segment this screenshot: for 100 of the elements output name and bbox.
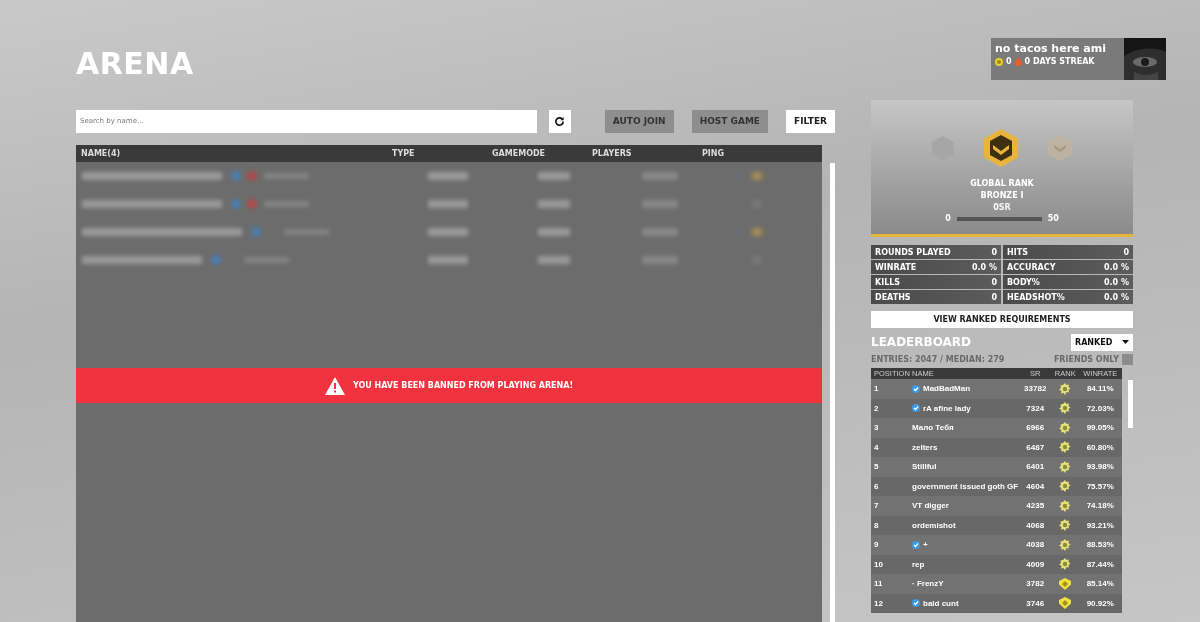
player-name-cell: · FrenzY bbox=[912, 579, 944, 589]
winrate-cell-text: 93.21% bbox=[1085, 520, 1115, 530]
friends-only-label: FRIENDS ONLY bbox=[1053, 354, 1119, 364]
sr-value: 0 bbox=[993, 202, 999, 214]
winrate-cell-text: 85.14% bbox=[1085, 579, 1115, 589]
streak-text: 0 DAYS STREAK bbox=[1024, 57, 1095, 66]
player-name-cell: rep bbox=[912, 559, 925, 569]
position-cell-text: 3 bbox=[874, 423, 880, 433]
faded-rank-icon bbox=[1048, 135, 1072, 161]
column-header: PLAYERS bbox=[592, 149, 633, 158]
stat-label: ACCURACY bbox=[1007, 262, 1056, 272]
sr-cell-text: 6487 bbox=[1025, 442, 1046, 452]
rank-icon bbox=[1059, 519, 1072, 532]
mode-dropdown[interactable]: RANKED bbox=[1071, 333, 1133, 351]
sr-cell-text: 4009 bbox=[1025, 559, 1046, 569]
leaderboard-row[interactable]: 11 · FrenzY 3782 85.14% bbox=[871, 574, 1123, 594]
winrate-cell-text: 99.05% bbox=[1085, 423, 1115, 433]
winrate-cell-text: 72.03% bbox=[1085, 403, 1115, 413]
winrate-cell-text: 88.53% bbox=[1085, 540, 1115, 550]
rank-icon bbox=[1059, 402, 1072, 415]
position-cell-text: 10 bbox=[874, 559, 884, 569]
position-cell-text: 6 bbox=[874, 481, 880, 491]
player-name-cell: Мало Тебя bbox=[912, 423, 954, 433]
sr-cell-text: 4038 bbox=[1025, 540, 1046, 550]
leaderboard-row[interactable]: 3 Мало Тебя 6966 99.05% bbox=[871, 418, 1123, 438]
toolbar-button[interactable]: AUTO JOIN bbox=[604, 109, 674, 133]
rank-icon bbox=[1059, 577, 1072, 590]
sr-cell-text: 3782 bbox=[1025, 579, 1046, 589]
rank-title: GLOBAL RANK bbox=[970, 178, 1034, 190]
column-header: PING bbox=[702, 149, 726, 158]
flame-icon bbox=[1014, 57, 1022, 66]
winrate-cell-text: 75.57% bbox=[1085, 481, 1115, 491]
rank-icon bbox=[1059, 597, 1072, 610]
position-cell-text: 4 bbox=[874, 442, 880, 452]
sr-cell-text: 4604 bbox=[1025, 481, 1046, 491]
player-name: no tacos here ami bbox=[995, 42, 1107, 55]
rank-icon bbox=[1059, 441, 1072, 454]
stat-value: 0 bbox=[991, 277, 997, 287]
sr-cell-text: 7324 bbox=[1025, 403, 1046, 413]
leaderboard-row[interactable]: 5 Stillful 6401 93.98% bbox=[871, 457, 1123, 477]
stat-label: HEADSHOT% bbox=[1007, 292, 1065, 302]
player-name-cell: rA afine lady bbox=[923, 403, 971, 413]
warning-icon bbox=[324, 376, 345, 395]
ban-message: YOU HAVE BEEN BANNED FROM PLAYING ARENA! bbox=[352, 381, 574, 390]
stat-label: DEATHS bbox=[875, 292, 911, 302]
sr-cell-text: 3746 bbox=[1025, 598, 1046, 608]
winrate-cell-text: 90.92% bbox=[1085, 598, 1115, 608]
sr-unit: SR bbox=[998, 203, 1011, 212]
stat-label: HITS bbox=[1007, 247, 1028, 257]
leaderboard-row[interactable]: 7 VT digger 4235 74.18% bbox=[871, 496, 1123, 516]
sr-cell-text: 6966 bbox=[1025, 423, 1046, 433]
toolbar-button[interactable]: HOST GAME bbox=[691, 109, 769, 133]
player-name-cell: bald cunt bbox=[923, 598, 959, 608]
stat-label: KILLS bbox=[875, 277, 901, 287]
toolbar-button[interactable]: FILTER bbox=[786, 109, 835, 133]
rank-icon bbox=[1059, 499, 1072, 512]
player-name-cell: VT digger bbox=[912, 501, 949, 511]
player-name-cell: + bbox=[923, 540, 928, 550]
stat-value: 0.0 % bbox=[1104, 277, 1129, 287]
refresh-button[interactable] bbox=[548, 109, 571, 133]
scrollbar[interactable] bbox=[830, 163, 835, 622]
column-header: NAME(4) bbox=[81, 149, 122, 158]
sr-cell-text: 4235 bbox=[1025, 501, 1046, 511]
player-name-cell: government issued goth GF bbox=[912, 481, 1019, 491]
player-name-cell: Stillful bbox=[912, 462, 937, 472]
sr-cell-text: 4068 bbox=[1025, 520, 1046, 530]
requirements-button[interactable]: VIEW RANKED REQUIREMENTS bbox=[871, 311, 1133, 328]
rank-tier-label: BRONZE I bbox=[980, 190, 1024, 202]
stat-label: BODY% bbox=[1007, 277, 1040, 287]
rank-icon bbox=[1059, 538, 1072, 551]
player-name-cell: zelters bbox=[912, 442, 938, 452]
page-title: ARENA bbox=[76, 45, 195, 83]
position-cell-text: 9 bbox=[874, 540, 880, 550]
sr-cell-text: 33782 bbox=[1023, 384, 1048, 394]
stat-value: 0 bbox=[1123, 247, 1129, 257]
position-cell-text: 8 bbox=[874, 520, 880, 530]
progress-min: 0 bbox=[945, 214, 951, 223]
position-cell-text: 5 bbox=[874, 462, 880, 472]
scrollbar[interactable] bbox=[1128, 380, 1133, 428]
winrate-cell-text: 93.98% bbox=[1085, 462, 1115, 472]
winrate-cell-text: 87.44% bbox=[1085, 559, 1115, 569]
rank-icon bbox=[1059, 421, 1072, 434]
rank-icon bbox=[1059, 558, 1072, 571]
leaderboard-row[interactable]: 9 + 4038 88.53% bbox=[871, 535, 1123, 555]
entries-text: ENTRIES: 2047 / MEDIAN: 279 bbox=[871, 354, 1005, 364]
coin-count: 0 bbox=[1006, 57, 1012, 66]
stat-value: 0.0 % bbox=[972, 262, 997, 272]
winrate-cell-text: 60.80% bbox=[1085, 442, 1115, 452]
stat-label: ROUNDS PLAYED bbox=[875, 247, 951, 257]
stat-value: 0.0 % bbox=[1104, 262, 1129, 272]
coin-icon bbox=[995, 57, 1003, 66]
rank-icon bbox=[1059, 460, 1072, 473]
leaderboard-row[interactable]: 1 MadBadMan 33782 84.11% bbox=[871, 379, 1123, 399]
player-name-cell: MadBadMan bbox=[923, 384, 971, 394]
column-header: TYPE bbox=[392, 149, 416, 158]
column-header: GAMEMODE bbox=[492, 149, 547, 158]
sr-cell-text: 6401 bbox=[1025, 462, 1046, 472]
friends-only-checkbox[interactable] bbox=[1122, 353, 1133, 365]
rank-emblem-icon bbox=[984, 129, 1018, 167]
progress-max: 50 bbox=[1047, 214, 1059, 223]
